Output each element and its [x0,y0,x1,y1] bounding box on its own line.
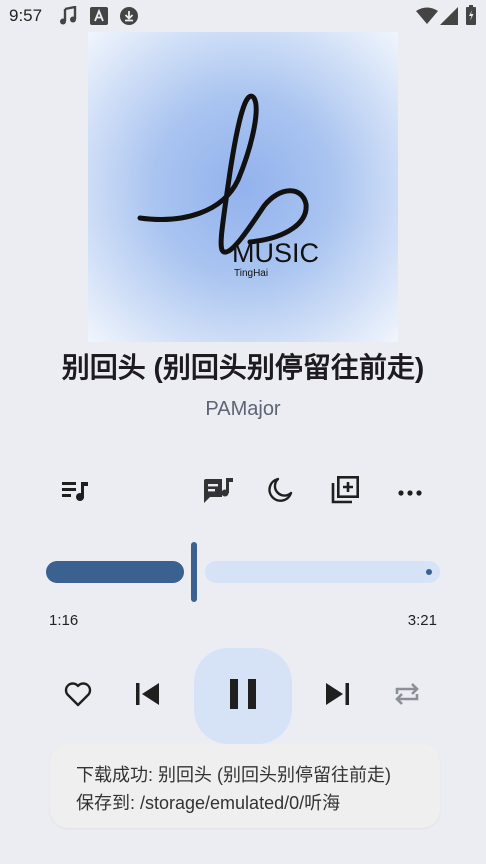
progress-thumb[interactable] [191,542,197,602]
logo-word: MUSIC [232,238,319,268]
skip-previous-icon [135,682,161,711]
add-to-playlist-button[interactable] [325,472,365,512]
status-time: 9:57 [9,6,43,25]
download-icon [120,7,138,30]
progress-track-active[interactable] [46,561,184,583]
more-button[interactable] [390,472,430,512]
battery-icon [466,5,476,30]
total-time: 3:21 [407,612,437,629]
toast-line-1: 下载成功: 别回头 (别回头别停留往前走) [76,765,391,785]
repeat-icon [393,680,421,713]
signal-icon [440,7,458,30]
current-time: 1:16 [49,612,79,629]
more-icon [398,483,422,501]
artist-name[interactable]: PAMajor [0,398,486,421]
previous-button[interactable] [128,676,168,716]
progress-track-inactive[interactable] [205,561,440,583]
skip-next-icon [324,682,350,711]
next-button[interactable] [317,676,357,716]
add-to-playlist-icon [330,475,360,510]
favorite-button[interactable] [58,676,98,716]
music-note-icon [58,5,78,31]
song-title: 别回头 (别回头别停留往前走) [61,352,425,383]
lyrics-icon [202,475,234,510]
album-art: MUSIC TingHai [88,32,398,342]
progress-end-dot [426,569,432,575]
download-toast: 下载成功: 别回头 (别回头别停留往前走) 保存到: /storage/emul… [50,744,440,828]
toast-line-2: 保存到: /storage/emulated/0/听海 [76,793,341,813]
sleep-timer-button[interactable] [260,472,300,512]
favorite-icon [64,681,92,712]
pause-button-icon-wrap[interactable] [194,648,292,744]
repeat-button[interactable] [387,676,427,716]
queue-button[interactable] [56,472,96,512]
lyrics-button[interactable] [198,472,238,512]
queue-music-icon [62,478,90,507]
sleep-timer-moon-icon [266,476,294,509]
font-a-icon [90,7,108,30]
wifi-icon [416,7,438,30]
pause-icon [230,678,256,714]
status-bar: 9:57 [0,0,486,32]
logo-sub: TingHai [234,268,268,279]
